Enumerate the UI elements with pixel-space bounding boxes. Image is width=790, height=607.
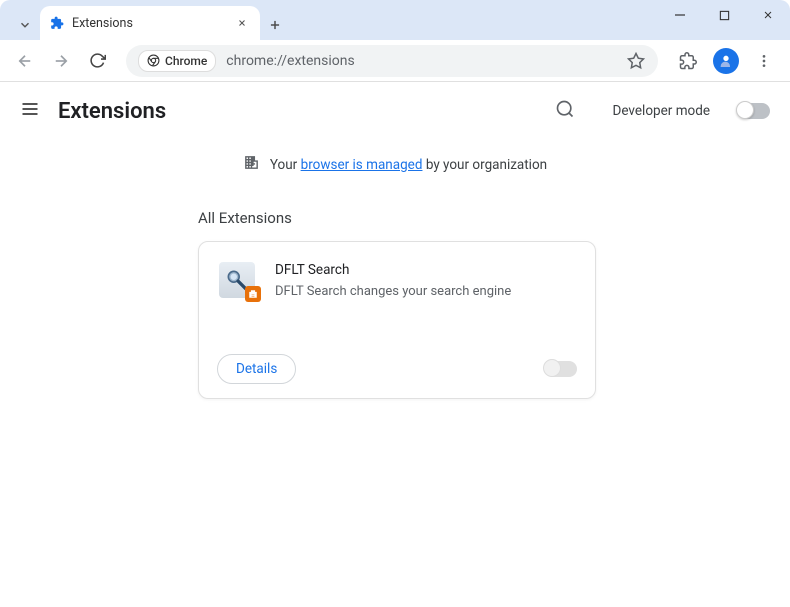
window-controls [658, 0, 790, 30]
tab-bar: Extensions [0, 0, 790, 40]
extensions-puzzle-button[interactable] [672, 45, 704, 77]
extension-name: DFLT Search [275, 262, 511, 278]
new-tab-button[interactable] [260, 10, 290, 40]
developer-mode-label: Developer mode [613, 103, 711, 119]
extension-card-body: DFLT Search DFLT Search changes your sea… [199, 242, 595, 342]
extension-enable-toggle [545, 361, 577, 377]
tab-close-button[interactable] [234, 15, 250, 31]
managed-link[interactable]: browser is managed [301, 157, 423, 173]
search-extensions-button[interactable] [555, 99, 575, 123]
forward-button[interactable] [46, 46, 76, 76]
tab-title: Extensions [72, 16, 226, 31]
extension-info: DFLT Search DFLT Search changes your sea… [275, 262, 511, 299]
close-window-button[interactable] [746, 0, 790, 30]
all-extensions-heading: All Extensions [198, 189, 790, 241]
managed-browser-banner: Your browser is managed by your organiza… [0, 140, 790, 189]
maximize-button[interactable] [702, 0, 746, 30]
profile-button[interactable] [710, 45, 742, 77]
url-text: chrome://extensions [226, 53, 616, 69]
managed-badge-icon [245, 286, 261, 302]
site-label: Chrome [165, 54, 207, 68]
avatar-icon [713, 48, 739, 74]
bookmark-star-icon[interactable] [626, 51, 646, 71]
chrome-menu-button[interactable] [748, 45, 780, 77]
page-title: Extensions [58, 99, 537, 124]
minimize-button[interactable] [658, 0, 702, 30]
managed-banner-text: Your browser is managed by your organiza… [270, 157, 547, 173]
extension-icon [219, 262, 257, 300]
extensions-page-header: Extensions Developer mode [0, 82, 790, 140]
building-icon [243, 154, 260, 175]
reload-button[interactable] [82, 46, 112, 76]
site-identity-chip[interactable]: Chrome [138, 50, 216, 72]
extension-card: DFLT Search DFLT Search changes your sea… [198, 241, 596, 399]
extension-description: DFLT Search changes your search engine [275, 284, 511, 299]
chrome-logo-icon [147, 54, 160, 67]
developer-mode-toggle[interactable] [738, 103, 770, 119]
address-bar[interactable]: Chrome chrome://extensions [126, 45, 658, 77]
extension-card-footer: Details [199, 342, 595, 398]
main-menu-button[interactable] [20, 99, 40, 123]
toggle-knob [543, 359, 561, 377]
details-button[interactable]: Details [217, 354, 296, 384]
extension-puzzle-icon [50, 16, 64, 30]
tab-search-dropdown[interactable] [10, 10, 40, 40]
toggle-knob [736, 101, 754, 119]
browser-tab[interactable]: Extensions [40, 6, 260, 40]
browser-toolbar: Chrome chrome://extensions [0, 40, 790, 82]
back-button[interactable] [10, 46, 40, 76]
